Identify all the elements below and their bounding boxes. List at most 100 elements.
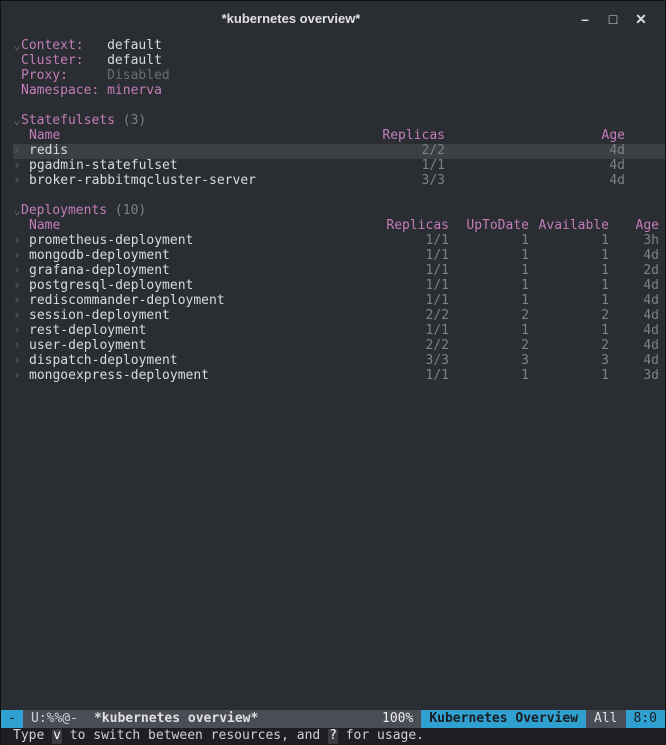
row-available: 3 (529, 354, 609, 369)
deployment-row[interactable]: ›session-deployment2/2224d (13, 309, 665, 324)
row-age: 4d (445, 174, 641, 189)
expand-icon[interactable]: › (13, 159, 21, 174)
header-context: ⌄Context: default (13, 39, 665, 54)
fold-open-icon: ⌄ (13, 39, 21, 54)
window-title: *kubernetes overview* (11, 12, 571, 27)
row-age: 3d (609, 369, 659, 384)
row-age: 4d (609, 324, 659, 339)
row-uptodate: 2 (449, 309, 529, 324)
row-replicas: 1/1 (369, 294, 449, 309)
expand-icon[interactable]: › (13, 294, 21, 309)
header-cluster: Cluster: default (13, 54, 665, 69)
deployment-row[interactable]: ›mongoexpress-deployment1/1113d (13, 369, 665, 384)
expand-icon[interactable]: › (13, 264, 21, 279)
row-name: user-deployment (29, 339, 369, 354)
row-age: 4d (609, 249, 659, 264)
modeline-flags: U:%%@- (23, 710, 86, 728)
row-available: 1 (529, 249, 609, 264)
row-replicas: 1/1 (369, 264, 449, 279)
row-name: session-deployment (29, 309, 369, 324)
expand-icon[interactable]: › (13, 354, 21, 369)
deployment-row[interactable]: ›prometheus-deployment1/1113h (13, 234, 665, 249)
expand-icon[interactable]: › (13, 339, 21, 354)
modeline-scroll: All (586, 710, 625, 728)
row-age: 4d (609, 339, 659, 354)
row-uptodate: 1 (449, 294, 529, 309)
row-name: redis (29, 144, 369, 159)
statefulsets-header: NameReplicasAge (13, 129, 665, 144)
expand-icon[interactable]: › (13, 249, 21, 264)
modeline-position: 8: 0 (626, 710, 665, 728)
deployment-row[interactable]: ›mongodb-deployment1/1114d (13, 249, 665, 264)
row-name: rest-deployment (29, 324, 369, 339)
deployment-row[interactable]: ›grafana-deployment1/1112d (13, 264, 665, 279)
row-uptodate: 1 (449, 324, 529, 339)
row-replicas: 1/1 (369, 369, 449, 384)
row-replicas: 1/1 (369, 159, 445, 174)
row-replicas: 2/2 (369, 144, 445, 159)
expand-icon[interactable]: › (13, 174, 21, 189)
row-age: 4d (609, 279, 659, 294)
row-available: 2 (529, 309, 609, 324)
row-replicas: 1/1 (369, 324, 449, 339)
row-age: 4d (609, 354, 659, 369)
row-name: broker-rabbitmqcluster-server (29, 174, 369, 189)
deployment-row[interactable]: ›rest-deployment1/1114d (13, 324, 665, 339)
row-replicas: 2/2 (369, 339, 449, 354)
buffer-content[interactable]: ⌄Context: default Cluster: default Proxy… (1, 37, 665, 709)
minimize-icon[interactable]: – (571, 11, 599, 27)
row-available: 1 (529, 234, 609, 249)
modeline-indicator: - (1, 710, 23, 728)
row-replicas: 3/3 (369, 354, 449, 369)
fold-open-icon: ⌄ (13, 114, 21, 129)
row-available: 1 (529, 264, 609, 279)
expand-icon[interactable]: › (13, 234, 21, 249)
deployment-row[interactable]: ›dispatch-deployment3/3334d (13, 354, 665, 369)
key-hint: v (52, 729, 62, 744)
row-uptodate: 1 (449, 234, 529, 249)
row-replicas: 1/1 (369, 234, 449, 249)
deployment-row[interactable]: ›rediscommander-deployment1/1114d (13, 294, 665, 309)
expand-icon[interactable]: › (13, 369, 21, 384)
row-replicas: 3/3 (369, 174, 445, 189)
row-available: 1 (529, 294, 609, 309)
section-deployments-title[interactable]: ⌄Deployments (10) (13, 204, 665, 219)
row-name: mongodb-deployment (29, 249, 369, 264)
row-uptodate: 1 (449, 264, 529, 279)
section-statefulsets-title[interactable]: ⌄Statefulsets (3) (13, 114, 665, 129)
row-age: 2d (609, 264, 659, 279)
deployment-row[interactable]: ›user-deployment2/2224d (13, 339, 665, 354)
row-age: 4d (609, 309, 659, 324)
maximize-icon[interactable]: □ (599, 11, 627, 27)
expand-icon[interactable]: › (13, 309, 21, 324)
deployments-header: NameReplicasUpToDateAvailableAge (13, 219, 665, 234)
row-name: pgadmin-statefulset (29, 159, 369, 174)
modeline-buffer-name: *kubernetes overview* (86, 710, 266, 728)
close-icon[interactable]: ✕ (627, 11, 655, 27)
modeline: - U:%%@- *kubernetes overview* 100% Kube… (1, 710, 665, 728)
row-age: 3h (609, 234, 659, 249)
modeline-fill: 100% (266, 710, 421, 728)
deployment-row[interactable]: ›postgresql-deployment1/1114d (13, 279, 665, 294)
statefulset-row[interactable]: › broker-rabbitmqcluster-server3/34d (13, 174, 665, 189)
expand-icon[interactable]: › (13, 324, 21, 339)
expand-icon[interactable]: › (13, 144, 21, 159)
statefulset-row[interactable]: ›pgadmin-statefulset1/14d (13, 159, 665, 174)
row-available: 1 (529, 279, 609, 294)
row-name: rediscommander-deployment (29, 294, 369, 309)
window-titlebar: *kubernetes overview* – □ ✕ (1, 1, 665, 37)
header-namespace: Namespace: minerva (13, 84, 665, 99)
expand-icon[interactable]: › (13, 279, 21, 294)
row-available: 2 (529, 339, 609, 354)
key-hint: ? (328, 729, 338, 744)
row-replicas: 2/2 (369, 309, 449, 324)
row-uptodate: 1 (449, 369, 529, 384)
row-replicas: 1/1 (369, 249, 449, 264)
row-name: grafana-deployment (29, 264, 369, 279)
row-name: dispatch-deployment (29, 354, 369, 369)
modeline-major-mode: Kubernetes Overview (421, 710, 586, 728)
statefulset-row[interactable]: ›redis2/24d (13, 144, 665, 159)
row-name: mongoexpress-deployment (29, 369, 369, 384)
header-proxy: Proxy: Disabled (13, 69, 665, 84)
row-replicas: 1/1 (369, 279, 449, 294)
